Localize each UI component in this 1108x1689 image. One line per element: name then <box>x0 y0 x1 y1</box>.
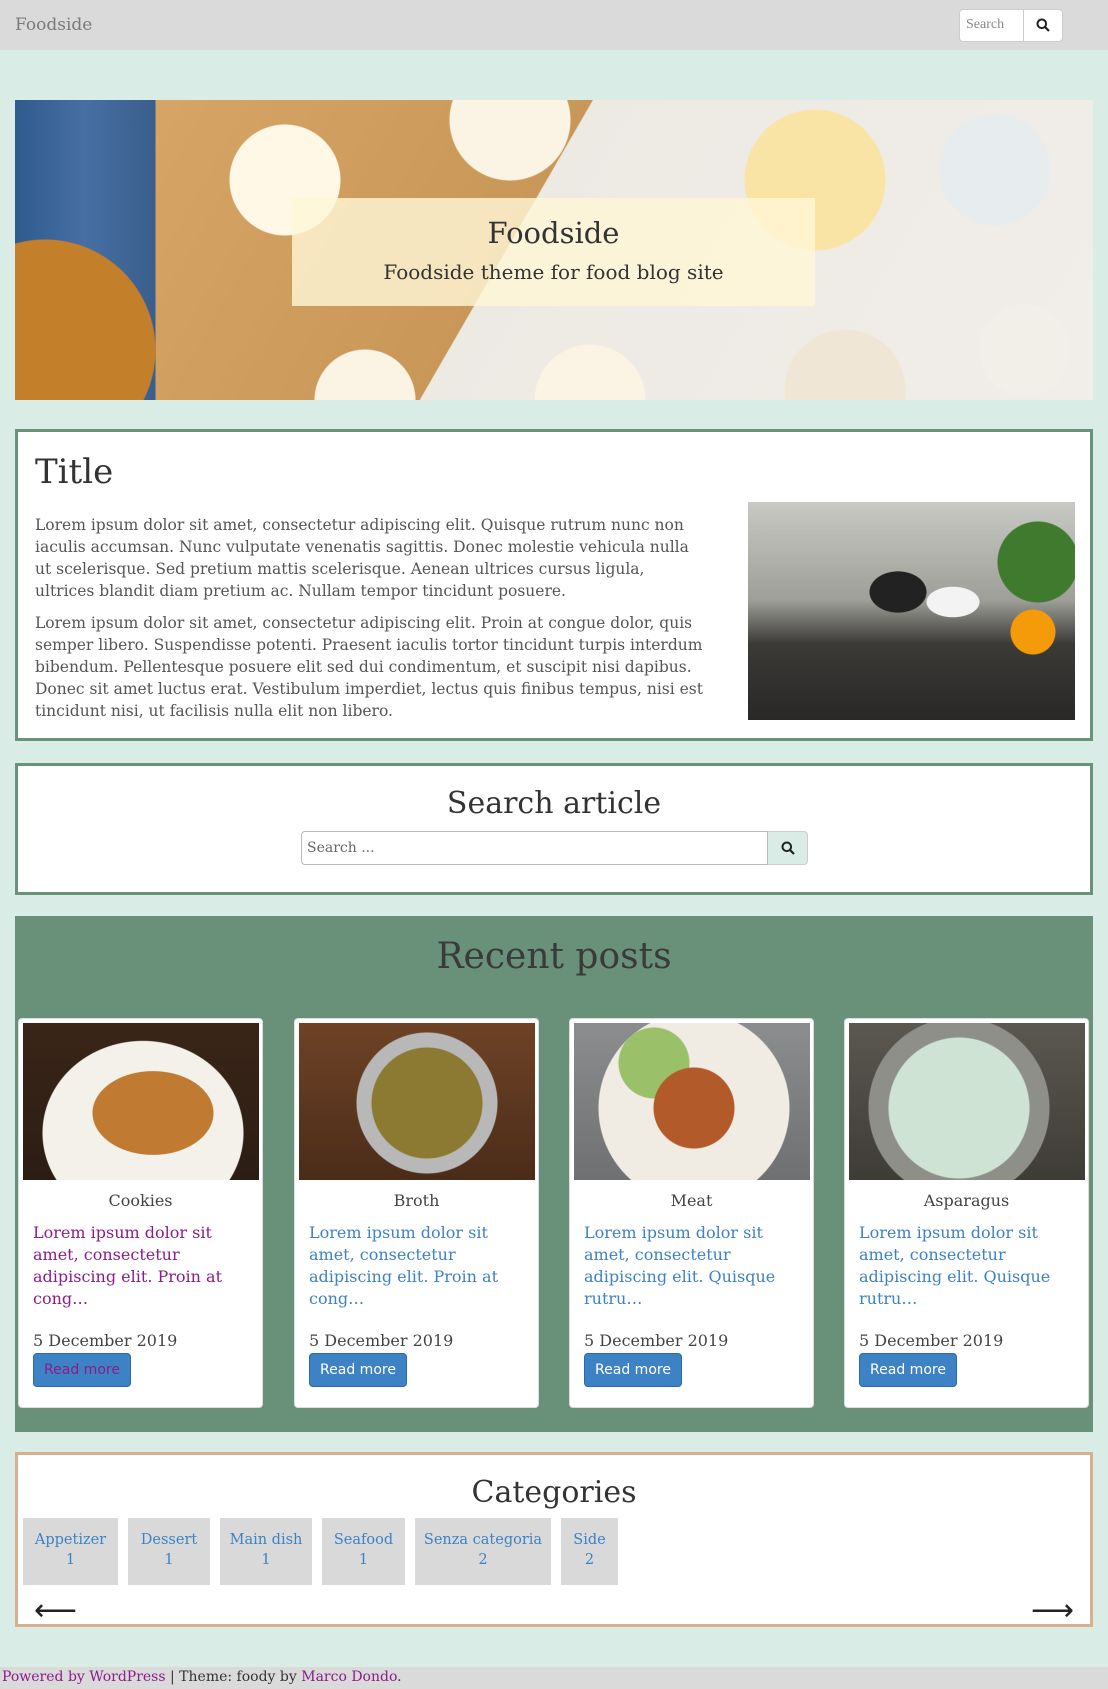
navbar-search-button[interactable] <box>1023 8 1063 42</box>
footer-theme-text: | Theme: foody by <box>165 1669 302 1685</box>
category-count: 1 <box>65 1552 76 1568</box>
category-name: Main dish <box>229 1532 303 1548</box>
post-excerpt-link[interactable]: Lorem ipsum dolor sit amet, consectetur … <box>33 1222 253 1310</box>
category-item-dessert[interactable]: Dessert 1 <box>128 1518 210 1585</box>
footer-end-text: . <box>397 1669 402 1685</box>
post-date: 5 December 2019 <box>33 1331 178 1350</box>
post-image-broth[interactable] <box>299 1023 535 1180</box>
post-category: Meat <box>670 1191 713 1210</box>
category-count: 1 <box>164 1552 174 1568</box>
read-more-button[interactable]: Read more <box>33 1353 131 1387</box>
category-name: Seafood <box>333 1532 394 1548</box>
read-more-button[interactable]: Read more <box>859 1353 957 1387</box>
recent-posts-section: Recent posts Cookies Lorem ipsum dolor s… <box>15 916 1093 1432</box>
arrow-left-icon[interactable]: ⟵ <box>34 1596 77 1626</box>
category-count: 2 <box>584 1552 595 1568</box>
category-item-senza-categoria[interactable]: Senza categoria 2 <box>415 1518 551 1585</box>
read-more-button[interactable]: Read more <box>309 1353 407 1387</box>
categories-panel: Categories Appetizer 1 Dessert 1 Main di… <box>15 1452 1093 1627</box>
category-item-main-dish[interactable]: Main dish 1 <box>220 1518 312 1585</box>
about-text: Lorem ipsum dolor sit amet, consectetur … <box>35 514 705 732</box>
category-item-appetizer[interactable]: Appetizer 1 <box>23 1518 118 1585</box>
article-search-button[interactable] <box>768 831 808 865</box>
post-date: 5 December 2019 <box>859 1331 1004 1350</box>
about-paragraph: Lorem ipsum dolor sit amet, consectetur … <box>35 516 689 600</box>
post-excerpt-link[interactable]: Lorem ipsum dolor sit amet, consectetur … <box>584 1222 804 1310</box>
category-count: 2 <box>478 1552 488 1568</box>
powered-by-wordpress-link[interactable]: Powered by WordPress <box>2 1669 166 1685</box>
search-article-title: Search article <box>446 786 662 821</box>
article-search-input[interactable]: Search ... <box>301 831 768 865</box>
category-name: Senza categoria <box>423 1532 543 1548</box>
article-search-form: Search ... <box>301 831 808 865</box>
post-category: Asparagus <box>923 1191 1010 1210</box>
category-item-seafood[interactable]: Seafood 1 <box>322 1518 405 1585</box>
site-tagline: Foodside theme for food blog site <box>383 260 724 284</box>
hero-banner: Foodside Foodside theme for food blog si… <box>15 100 1093 400</box>
hero-title-box: Foodside Foodside theme for food blog si… <box>292 198 815 306</box>
category-name: Appetizer <box>34 1532 107 1548</box>
top-navbar: Foodside Search <box>0 0 1108 50</box>
category-name: Dessert <box>140 1532 198 1548</box>
post-image-asparagus[interactable] <box>849 1023 1085 1180</box>
read-more-button[interactable]: Read more <box>584 1353 682 1387</box>
search-icon <box>1036 18 1050 32</box>
post-card: Meat Lorem ipsum dolor sit amet, consect… <box>569 1018 814 1408</box>
category-item-side[interactable]: Side 2 <box>561 1518 618 1585</box>
post-card: Cookies Lorem ipsum dolor sit amet, cons… <box>18 1018 263 1408</box>
about-paragraph: Lorem ipsum dolor sit amet, consectetur … <box>35 614 703 720</box>
categories-title: Categories <box>471 1475 637 1510</box>
post-excerpt-link[interactable]: Lorem ipsum dolor sit amet, consectetur … <box>859 1222 1079 1310</box>
arrow-right-icon[interactable]: ⟶ <box>1031 1596 1074 1626</box>
about-panel: Title Lorem ipsum dolor sit amet, consec… <box>15 429 1093 741</box>
post-image-cookies[interactable] <box>23 1023 259 1180</box>
post-card: Broth Lorem ipsum dolor sit amet, consec… <box>294 1018 539 1408</box>
navbar-search-input[interactable]: Search <box>959 8 1023 42</box>
post-category: Cookies <box>108 1191 173 1210</box>
site-brand-link[interactable]: Foodside <box>15 15 92 35</box>
category-name: Side <box>573 1532 606 1548</box>
search-icon <box>781 841 795 855</box>
about-title: Title <box>35 452 114 492</box>
search-article-panel: Search article Search ... <box>15 763 1093 895</box>
post-date: 5 December 2019 <box>309 1331 454 1350</box>
category-count: 1 <box>358 1552 369 1568</box>
site-title: Foodside <box>487 216 620 250</box>
post-date: 5 December 2019 <box>584 1331 729 1350</box>
post-image-meat[interactable] <box>574 1023 810 1180</box>
category-count: 1 <box>261 1552 271 1568</box>
post-category: Broth <box>393 1191 440 1210</box>
post-excerpt-link[interactable]: Lorem ipsum dolor sit amet, consectetur … <box>309 1222 529 1310</box>
post-card: Asparagus Lorem ipsum dolor sit amet, co… <box>844 1018 1089 1408</box>
navbar-search-form: Search <box>959 8 1063 42</box>
kitchen-couple-image <box>748 502 1075 720</box>
theme-author-link[interactable]: Marco Dondo <box>301 1669 397 1685</box>
recent-posts-title: Recent posts <box>436 936 672 977</box>
site-footer: Powered by WordPress | Theme: foody by M… <box>0 1667 1108 1689</box>
